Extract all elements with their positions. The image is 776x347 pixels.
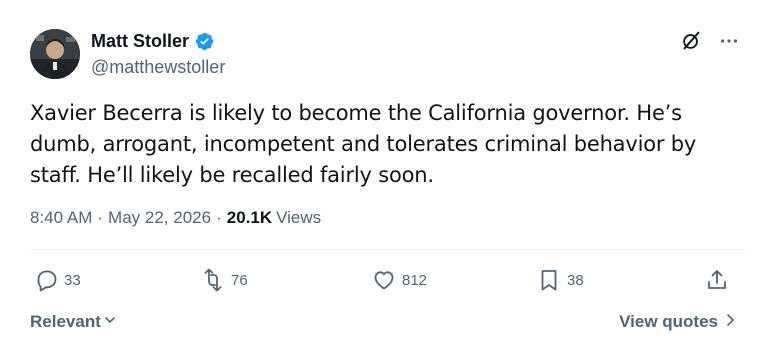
avatar[interactable] <box>30 29 80 79</box>
view-quotes-label: View quotes <box>619 312 718 331</box>
bookmark-button[interactable]: 38 <box>537 268 584 292</box>
sort-dropdown[interactable]: Relevant <box>30 312 117 332</box>
repost-icon <box>201 268 225 292</box>
share-icon <box>705 268 729 292</box>
like-button[interactable]: 812 <box>372 268 427 292</box>
view-quotes-link[interactable]: View quotes <box>619 312 736 332</box>
like-icon <box>372 268 396 292</box>
bookmark-icon <box>537 268 561 292</box>
reply-count: 33 <box>64 271 81 289</box>
more-icon[interactable] <box>718 30 740 52</box>
separator-dot: · <box>216 208 222 227</box>
views-label: Views <box>276 208 322 227</box>
tweet-action-bar: 33 76 812 38 <box>30 268 746 300</box>
tweet-text: Xavier Becerra is likely to become the C… <box>30 101 697 187</box>
share-button[interactable] <box>705 268 729 292</box>
chevron-right-icon <box>724 312 736 332</box>
grok-icon[interactable] <box>680 30 702 52</box>
tweet-date[interactable]: May 22, 2026 <box>108 208 211 228</box>
like-count: 812 <box>402 271 428 289</box>
sort-label: Relevant <box>30 312 101 331</box>
reply-button[interactable]: 33 <box>34 268 81 292</box>
author-handle[interactable]: @matthewstoller <box>91 57 225 78</box>
verified-badge-icon[interactable] <box>194 31 215 52</box>
author-name-row: Matt Stoller <box>91 31 215 52</box>
reply-icon <box>34 268 58 292</box>
chevron-down-icon <box>103 312 117 332</box>
divider <box>30 249 746 250</box>
reply-controls: Relevant View quotes <box>30 310 736 334</box>
views-count: 20.1K <box>226 208 273 227</box>
author-display-name[interactable]: Matt Stoller <box>91 31 189 52</box>
avatar-image <box>30 29 80 79</box>
repost-button[interactable]: 76 <box>201 268 248 292</box>
bookmark-count: 38 <box>567 271 584 289</box>
repost-count: 76 <box>231 271 248 289</box>
tweet-time[interactable]: 8:40 AM <box>30 208 92 228</box>
tweet-metadata: 8:40 AM · May 22, 2026 · 20.1K Views <box>30 208 321 228</box>
separator-dot: · <box>97 208 104 227</box>
tweet-top-actions <box>680 30 740 52</box>
